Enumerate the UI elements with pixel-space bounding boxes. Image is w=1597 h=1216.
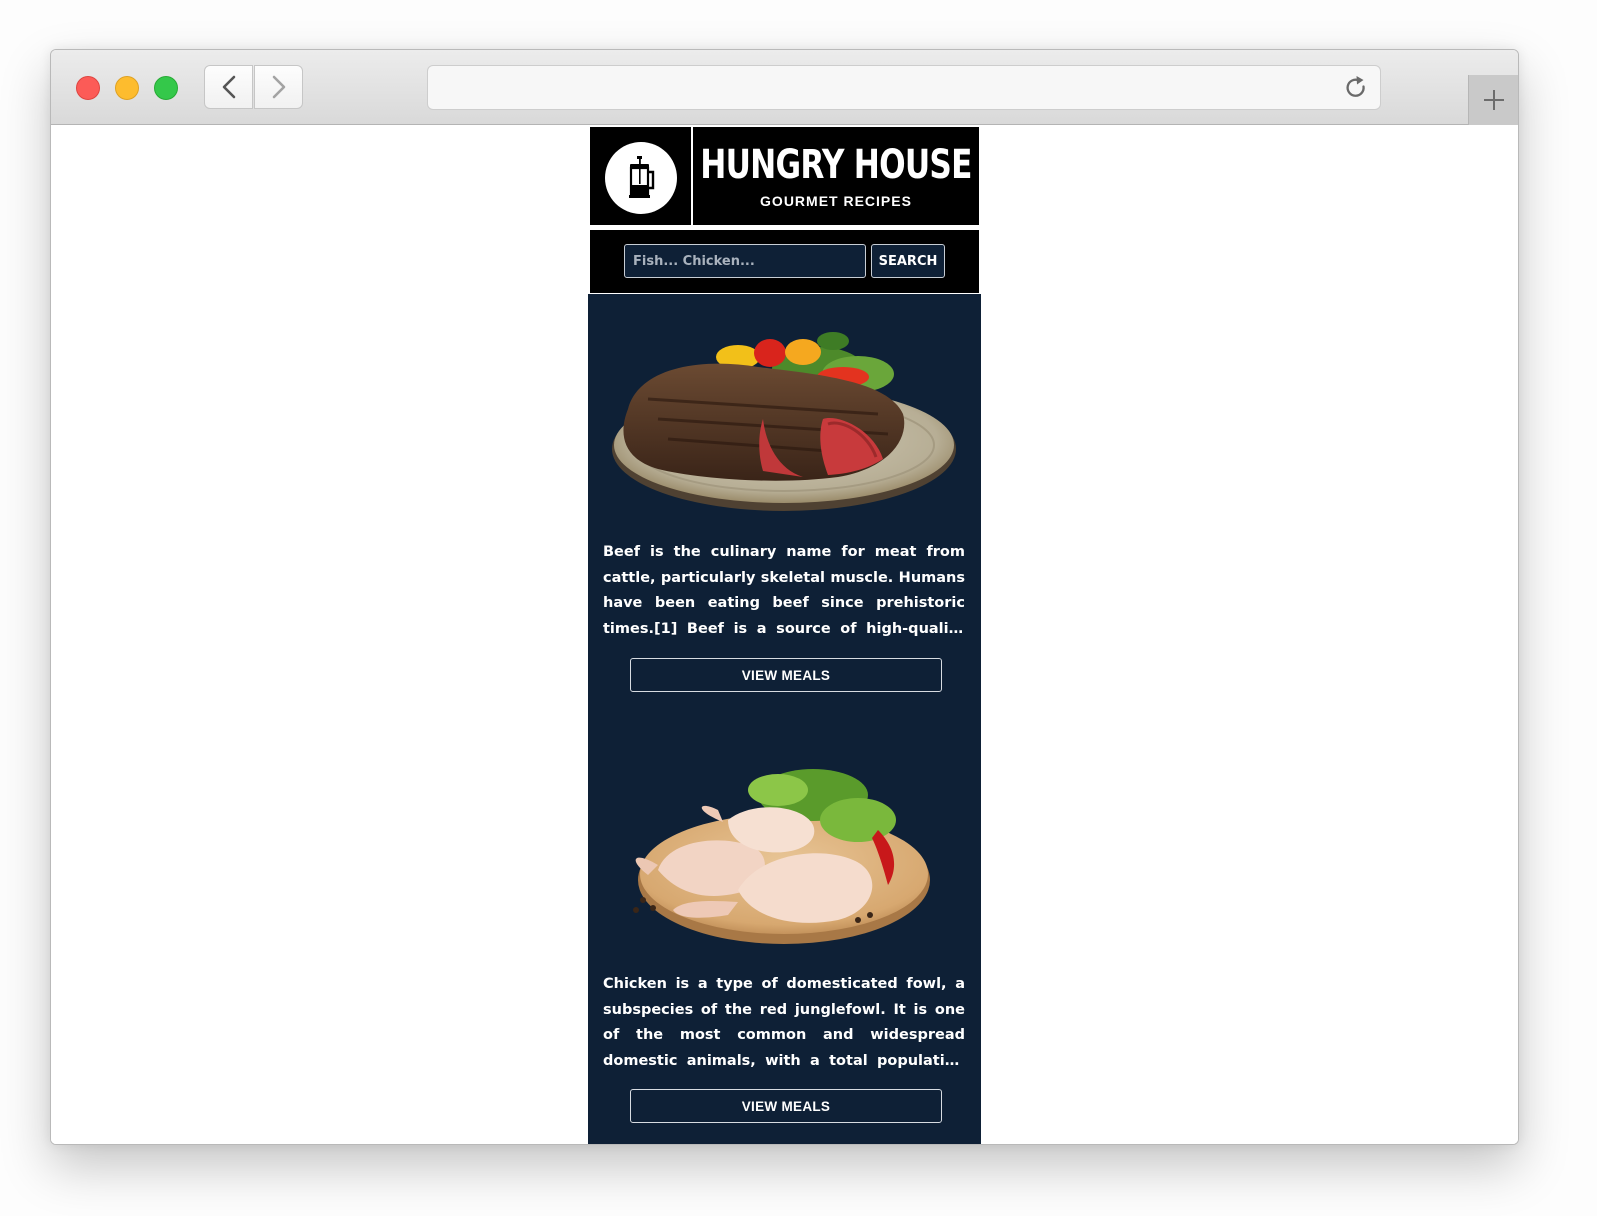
search-bar: SEARCH [590, 228, 979, 293]
plus-icon [1483, 90, 1504, 110]
new-tab-button[interactable] [1468, 75, 1518, 125]
chicken-legs-board-image [633, 769, 930, 944]
browser-titlebar [51, 50, 1518, 125]
view-meals-button[interactable]: VIEW MEALS [630, 1089, 942, 1123]
chevron-left-icon [222, 75, 235, 99]
brand-subtitle: GOURMET RECIPES [760, 193, 912, 209]
minimize-window-button[interactable] [115, 76, 139, 100]
steak-plate-image [612, 332, 956, 511]
recipe-site: HUNGRY HOUSE GOURMET RECIPES SEARCH [588, 126, 981, 1144]
logo-badge [605, 142, 677, 214]
category-card-chicken: Chicken is a type of domesticated fowl, … [588, 724, 981, 1144]
reload-icon[interactable] [1342, 74, 1370, 102]
search-button[interactable]: SEARCH [871, 244, 945, 278]
maximize-window-button[interactable] [154, 76, 178, 100]
category-description: Beef is the culinary name for meat from … [603, 544, 965, 638]
category-feed: Beef is the culinary name for meat from … [588, 294, 981, 1144]
category-description: Chicken is a type of domesticated fowl, … [603, 976, 965, 1070]
category-card-beef: Beef is the culinary name for meat from … [588, 294, 981, 724]
address-bar[interactable] [427, 65, 1381, 110]
view-meals-button[interactable]: VIEW MEALS [630, 658, 942, 692]
chevron-right-icon [272, 75, 285, 99]
page-viewport: HUNGRY HOUSE GOURMET RECIPES SEARCH [51, 126, 1518, 1144]
brand-title: HUNGRY HOUSE [700, 142, 972, 188]
site-header: HUNGRY HOUSE GOURMET RECIPES [590, 127, 979, 225]
browser-window: HUNGRY HOUSE GOURMET RECIPES SEARCH [50, 49, 1519, 1145]
back-button[interactable] [204, 65, 253, 109]
close-window-button[interactable] [76, 76, 100, 100]
brand-block: HUNGRY HOUSE GOURMET RECIPES [691, 127, 979, 225]
screen: HUNGRY HOUSE GOURMET RECIPES SEARCH [0, 0, 1597, 1216]
search-input[interactable] [624, 244, 866, 278]
forward-button[interactable] [254, 65, 303, 109]
logo[interactable] [590, 127, 689, 225]
french-press-icon [629, 156, 655, 198]
